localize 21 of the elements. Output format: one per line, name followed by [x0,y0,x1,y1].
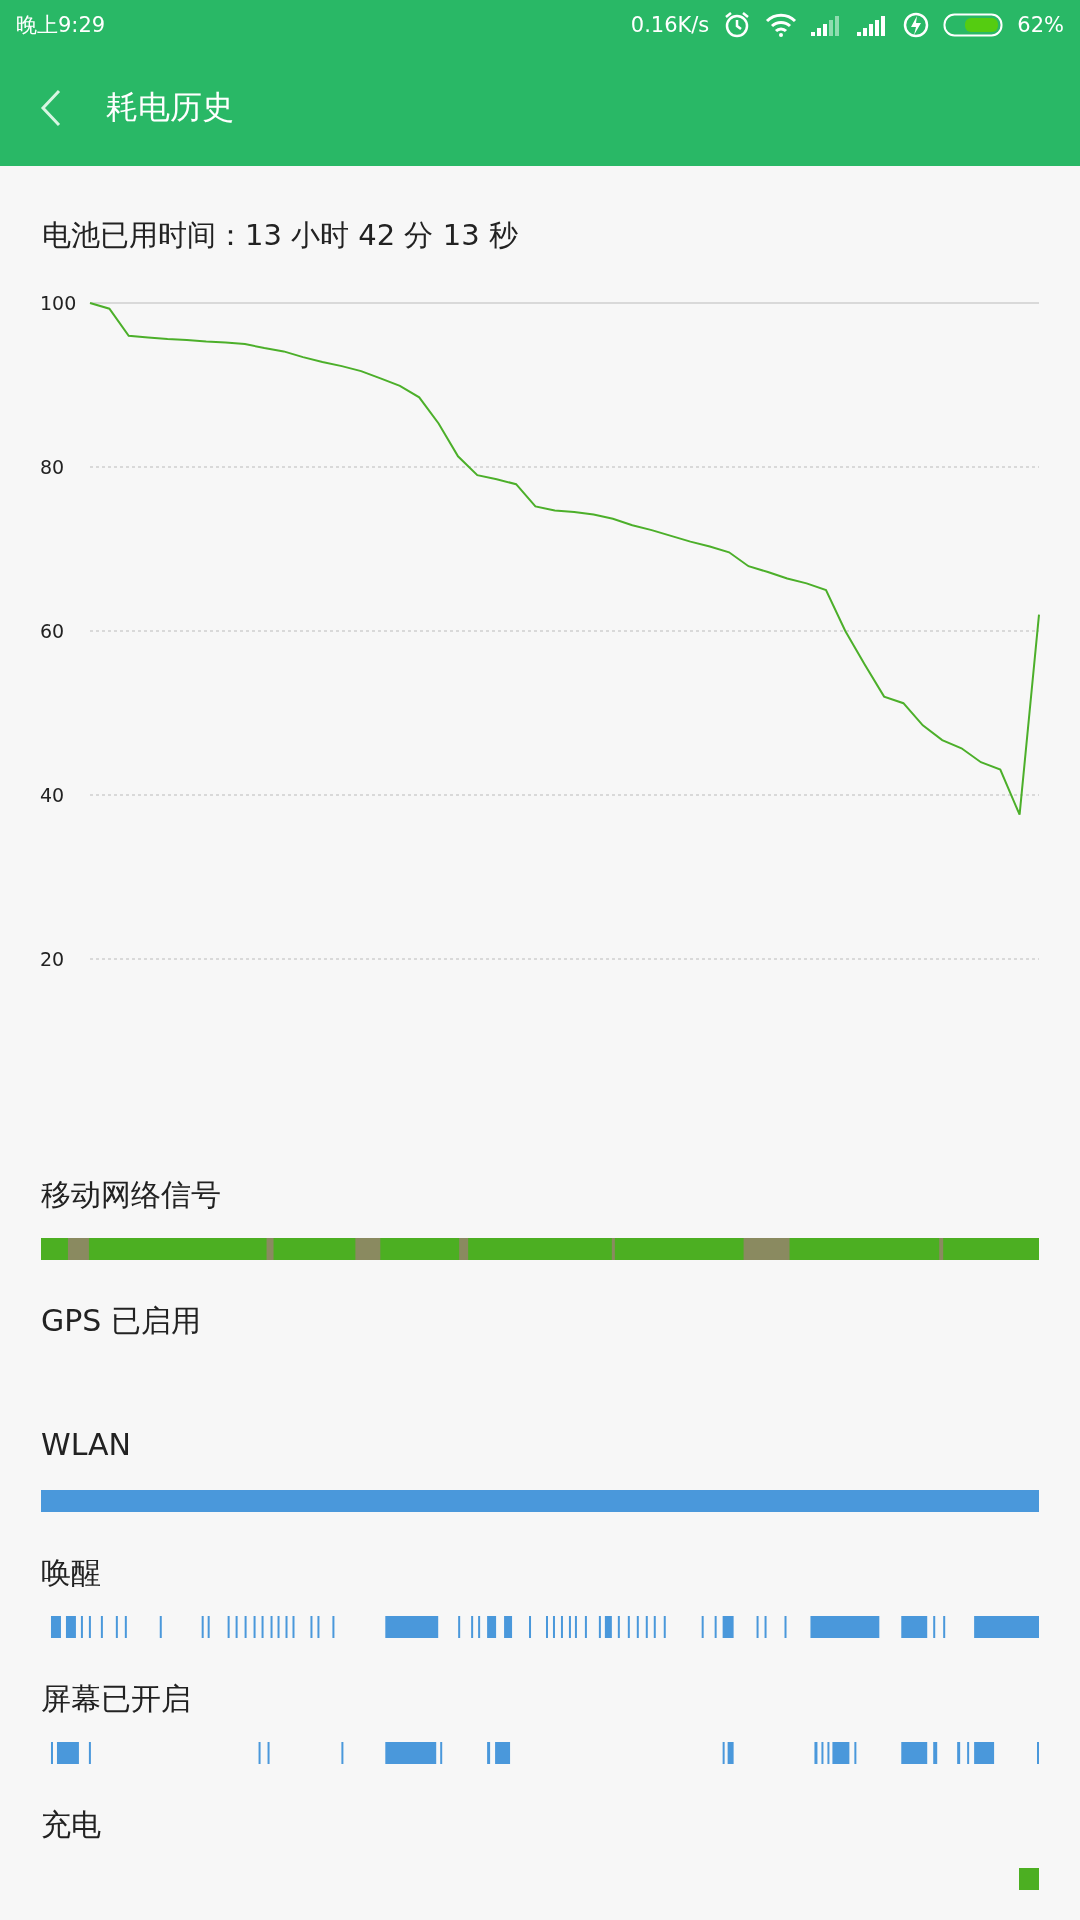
battery-icon [943,13,1004,37]
axis-label: 60 [40,620,65,642]
charging-icon [903,12,930,38]
wifi-icon [765,13,798,37]
row-label: WLAN [41,1426,133,1461]
axis-label: 40 [40,784,65,806]
usage-time: 电池已用时间：13 小时 42 分 13 秒 [42,218,518,252]
page-title: 耗电历史 [106,87,234,128]
charging-segment [1019,1868,1039,1890]
row-label: 充电 [41,1806,102,1839]
row-label: 移动网络信号 [41,1176,222,1209]
battery-percent: 62% [1017,13,1064,37]
axis-label: 80 [40,456,65,478]
row-label: 唤醒 [41,1554,102,1587]
status-time: 晚上9:29 [16,12,106,39]
axis-label: 100 [40,292,77,314]
row-label: GPS 已启用 [41,1302,202,1335]
network-speed: 0.16K/s [630,13,710,37]
axis-label: 20 [40,948,65,970]
row-label: 屏幕已开启 [41,1680,192,1713]
back-icon[interactable] [40,89,62,127]
